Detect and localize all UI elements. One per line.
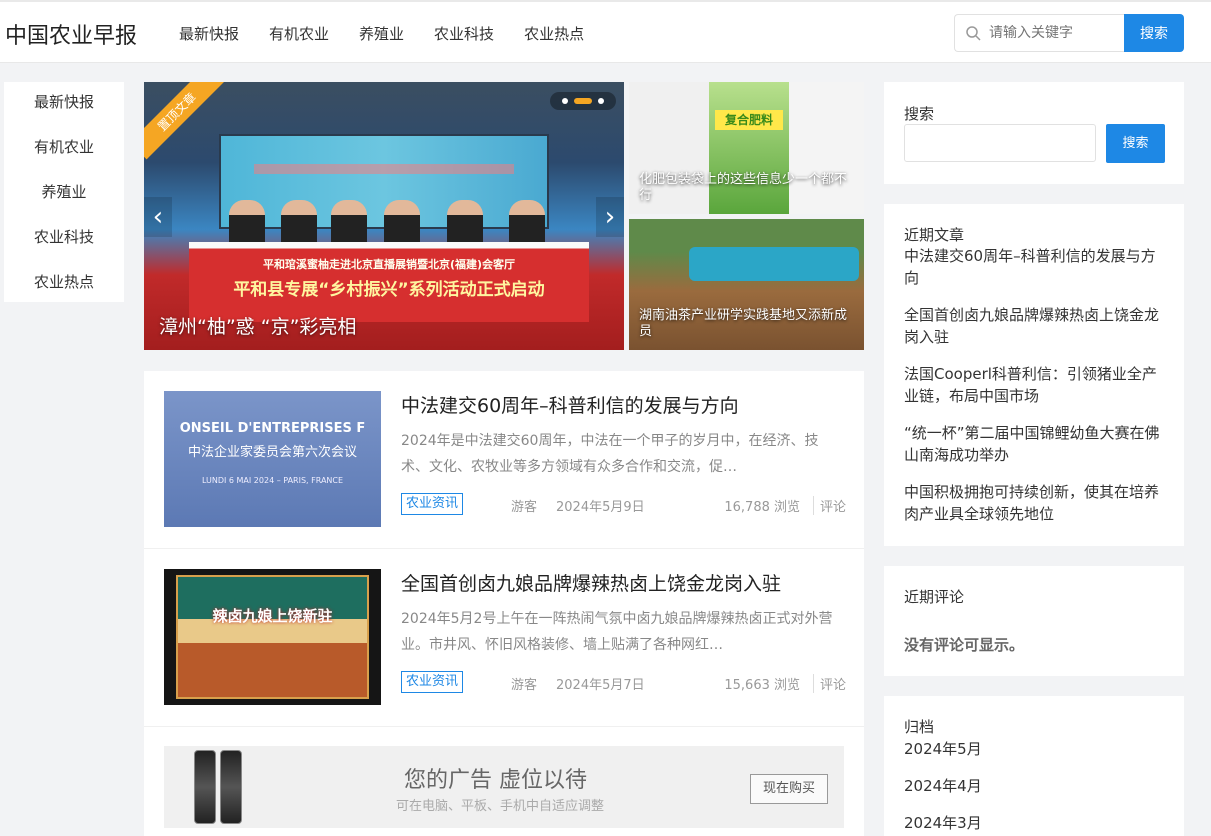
header-search-button[interactable]: 搜索 [1124, 14, 1184, 52]
left-nav-item-hot[interactable]: 农业热点 [4, 262, 124, 307]
article-title[interactable]: 中法建交60周年–科普利信的发展与方向 [401, 391, 739, 418]
thumb-poster [176, 575, 369, 699]
article-views: 16,788 浏览 [724, 500, 800, 515]
slider-dot[interactable] [598, 98, 604, 104]
recent-post-link[interactable]: 中法建交60周年–科普利信的发展与方向 [904, 245, 1169, 289]
category-tag[interactable]: 农业资讯 [401, 493, 464, 515]
header-search-input[interactable] [989, 25, 1114, 41]
sticky-corner-badge: 置顶文章 [144, 82, 225, 160]
slide-caption[interactable]: 漳州“柚”惑 “京”彩亮相 [159, 312, 356, 339]
tile-caption[interactable]: 湖南油茶产业研学实践基地又添新成员 [639, 308, 854, 340]
archive-link[interactable]: 2024年4月 [904, 775, 982, 797]
article-meta: 农业资讯 游客 2024年5月7日 15,663 浏览 评论 [401, 671, 846, 693]
sidebar-search-input[interactable] [904, 124, 1096, 162]
thumb-text: 中法企业家委员会第六次会议 [187, 445, 357, 460]
site-logo[interactable]: 中国农业早报 [5, 18, 137, 50]
article-thumbnail[interactable]: 辣卤九娘上饶新驻 [164, 569, 381, 705]
article-comments-link[interactable]: 评论 [812, 674, 846, 693]
widget-title: 近期评论 [904, 588, 965, 606]
left-nav-item-breeding[interactable]: 养殖业 [4, 172, 124, 217]
nav-item-tech[interactable]: 农业科技 [434, 23, 494, 44]
slide-screen-text [254, 164, 514, 174]
slider-dot-active[interactable] [574, 98, 592, 104]
article-meta: 农业资讯 游客 2024年5月9日 16,788 浏览 评论 [401, 493, 846, 515]
article-date: 2024年5月9日 [556, 500, 645, 515]
recent-comments-widget: 近期评论 没有评论可显示。 [884, 566, 1184, 676]
article-excerpt: 2024年5月2号上午在一阵热闹气氛中卤九娘品牌爆辣热卤正式对外营业。市井风、怀… [401, 611, 833, 653]
main-nav: 最新快报 有机农业 养殖业 农业科技 农业热点 [179, 23, 584, 44]
ad-subtitle: 可在电脑、平板、手机中自适应调整 [396, 799, 605, 814]
recent-post-link[interactable]: “统一杯”第二届中国锦鲤幼鱼大赛在佛山南海成功举办 [904, 422, 1169, 466]
recent-posts-widget: 近期文章 中法建交60周年–科普利信的发展与方向 全国首创卤九娘品牌爆辣热卤上饶… [884, 204, 1184, 546]
sidebar-search-widget: 搜索 搜索 [884, 82, 1184, 184]
article-thumbnail[interactable]: ONSEIL D'ENTREPRISES F 中法企业家委员会第六次会议 LUN… [164, 391, 381, 527]
recent-post-link[interactable]: 全国首创卤九娘品牌爆辣热卤上饶金龙岗入驻 [904, 304, 1169, 348]
fertilizer-bag-label: 复合肥料 [715, 110, 783, 130]
article-item: ONSEIL D'ENTREPRISES F 中法企业家委员会第六次会议 LUN… [144, 371, 864, 549]
archive-widget: 归档 2024年5月 2024年4月 2024年3月 [884, 696, 1184, 836]
recent-post-link[interactable]: 法国Cooperl科普利信：引领猪业全产业链，布局中国市场 [904, 363, 1169, 407]
nav-item-hot[interactable]: 农业热点 [524, 23, 584, 44]
featured-tile[interactable]: 复合肥料 化肥包装袋上的这些信息少一个都不行 [629, 82, 864, 214]
nav-item-latest[interactable]: 最新快报 [179, 23, 239, 44]
thumb-text: LUNDI 6 MAI 2024 – PARIS, FRANCE [201, 476, 344, 485]
slide-banner-line1: 平和琯溪蜜柚走进北京直播展销暨北京(福建)会客厅 [262, 258, 516, 271]
no-comments-text: 没有评论可显示。 [904, 636, 1025, 654]
widget-title: 近期文章 [904, 226, 965, 244]
header-search-box [954, 14, 1125, 52]
left-nav-item-latest[interactable]: 最新快报 [4, 82, 124, 127]
nav-item-organic[interactable]: 有机农业 [269, 23, 329, 44]
widget-title: 归档 [904, 718, 935, 736]
nav-item-breeding[interactable]: 养殖业 [359, 23, 404, 44]
archive-list: 2024年5月 2024年4月 2024年3月 [904, 738, 982, 836]
article-author: 游客 [511, 500, 538, 515]
site-header: 中国农业早报 最新快报 有机农业 养殖业 农业科技 农业热点 搜索 [0, 0, 1211, 63]
ad-banner[interactable]: 您的广告 虚位以待 可在电脑、平板、手机中自适应调整 现在购买 [164, 746, 844, 828]
thumb-text: ONSEIL D'ENTREPRISES F [179, 421, 366, 436]
slider-pagination [550, 92, 616, 110]
article-title[interactable]: 全国首创卤九娘品牌爆辣热卤上饶金龙岗入驻 [401, 569, 781, 596]
article-date: 2024年5月7日 [556, 678, 645, 693]
left-category-nav: 最新快报 有机农业 养殖业 农业科技 农业热点 [4, 82, 124, 302]
slider-dot[interactable] [562, 98, 568, 104]
tile-bus-image [689, 247, 859, 281]
thumb-text: 辣卤九娘上饶新驻 [212, 607, 333, 625]
article-comments-link[interactable]: 评论 [812, 496, 846, 515]
article-author: 游客 [511, 678, 538, 693]
tile-caption[interactable]: 化肥包装袋上的这些信息少一个都不行 [639, 172, 854, 204]
left-nav-item-organic[interactable]: 有机农业 [4, 127, 124, 172]
recent-post-link[interactable]: 中国积极拥抱可持续创新，使其在培养肉产业具全球领先地位 [904, 481, 1169, 525]
phone-image [194, 750, 216, 824]
slider-prev-arrow-icon[interactable]: ‹ [144, 197, 172, 237]
widget-title: 搜索 [904, 105, 935, 123]
featured-slider[interactable]: 平和琯溪蜜柚走进北京直播展销暨北京(福建)会客厅 平和县专展“乡村振兴”系列活动… [144, 82, 624, 350]
phone-image [220, 750, 242, 824]
ad-buy-button[interactable]: 现在购买 [750, 774, 828, 804]
article-list: ONSEIL D'ENTREPRISES F 中法企业家委员会第六次会议 LUN… [144, 371, 864, 836]
sidebar-search-button[interactable]: 搜索 [1106, 124, 1165, 163]
article-excerpt: 2024年是中法建交60周年，中法在一个甲子的岁月中，在经济、技术、文化、农牧业… [401, 433, 819, 475]
featured-tile[interactable]: 湖南油茶产业研学实践基地又添新成员 [629, 219, 864, 350]
recent-posts-list: 中法建交60周年–科普利信的发展与方向 全国首创卤九娘品牌爆辣热卤上饶金龙岗入驻… [904, 245, 1169, 540]
left-nav-item-tech[interactable]: 农业科技 [4, 217, 124, 262]
archive-link[interactable]: 2024年3月 [904, 812, 982, 834]
article-item: 辣卤九娘上饶新驻 全国首创卤九娘品牌爆辣热卤上饶金龙岗入驻 2024年5月2号上… [144, 549, 864, 727]
slide-banner-line2: 平和县专展“乡村振兴”系列活动正式启动 [233, 280, 545, 300]
category-tag[interactable]: 农业资讯 [401, 671, 464, 693]
ad-title: 您的广告 虚位以待 [404, 768, 587, 793]
search-icon [966, 26, 981, 41]
archive-link[interactable]: 2024年5月 [904, 738, 982, 760]
article-views: 15,663 浏览 [724, 678, 800, 693]
slider-next-arrow-icon[interactable]: › [596, 197, 624, 237]
